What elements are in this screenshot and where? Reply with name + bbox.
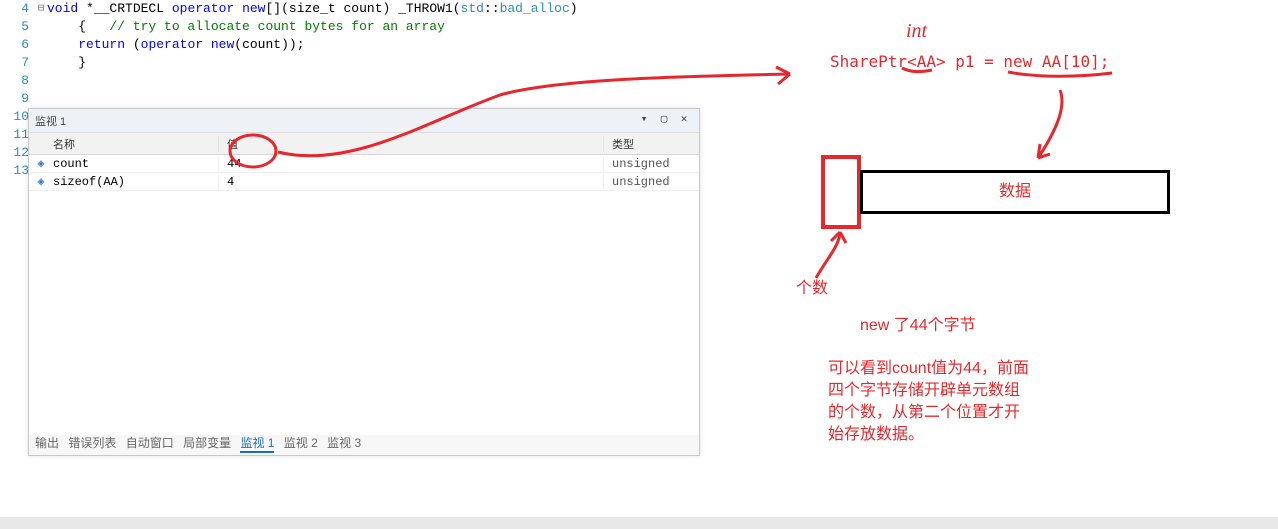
code-content[interactable]: return (operator new(count)); (47, 36, 780, 54)
tab-locals[interactable]: 局部变量 (183, 436, 231, 450)
line-number: 4 (0, 0, 35, 18)
code-content[interactable]: void *__CRTDECL operator new[](size_t co… (47, 0, 780, 18)
watch-row-name[interactable]: sizeof(AA) (53, 175, 219, 189)
watch-titlebar[interactable]: 监视 1 ▾ ▢ ✕ (29, 109, 699, 133)
watch-tabs: 输出 错误列表 自动窗口 局部变量 监视 1 监视 2 监视 3 (35, 434, 367, 451)
underline-newexpr (1008, 72, 1112, 76)
annotation-count-label: 个数 (796, 278, 828, 300)
watch-title: 监视 1 (35, 113, 633, 129)
code-line[interactable]: 9 (0, 90, 780, 108)
fold-gutter-icon (35, 72, 47, 90)
underline-aa (902, 68, 932, 72)
watch-row[interactable]: ◈sizeof(AA)4unsigned (29, 173, 699, 191)
watch-column-headers: 名称 值 类型 (29, 133, 699, 155)
fold-gutter-icon (35, 18, 47, 36)
line-number: 8 (0, 72, 35, 90)
watch-row-type: unsigned (604, 157, 699, 171)
watch-header-name[interactable]: 名称 (29, 136, 219, 152)
memory-data-box: 数据 (860, 170, 1170, 214)
tab-watch3[interactable]: 监视 3 (327, 436, 361, 450)
annotation-paragraph: 可以看到count值为44，前面 四个字节存储开辟单元数组 的个数，从第二个位置… (828, 358, 1029, 446)
memory-data-label: 数据 (999, 181, 1031, 203)
fold-gutter-icon (35, 90, 47, 108)
pin-icon[interactable]: ▢ (655, 112, 673, 130)
watch-row-type: unsigned (604, 175, 699, 189)
tab-watch1[interactable]: 监视 1 (240, 436, 274, 453)
code-line[interactable]: 6 return (operator new(count)); (0, 36, 780, 54)
watch-header-type[interactable]: 类型 (604, 136, 699, 152)
memory-count-box (821, 155, 861, 229)
close-icon[interactable]: ✕ (675, 112, 693, 130)
line-number: 5 (0, 18, 35, 36)
line-number: 7 (0, 54, 35, 72)
code-content[interactable] (47, 90, 780, 108)
code-line[interactable]: 8 (0, 72, 780, 90)
annotation-line1: new 了44个字节 (860, 315, 976, 337)
tab-watch2[interactable]: 监视 2 (284, 436, 318, 450)
tab-error-list[interactable]: 错误列表 (68, 436, 116, 450)
status-bar (0, 517, 1278, 529)
code-content[interactable]: } (47, 54, 780, 72)
annotation-code-snippet: SharePtr<AA> p1 = new AA[10]; (830, 52, 1109, 71)
arrow-count-path (816, 232, 840, 278)
code-line[interactable]: 4⊟void *__CRTDECL operator new[](size_t … (0, 0, 780, 18)
watch-row-value[interactable]: 4 (219, 175, 604, 189)
variable-icon: ◈ (29, 174, 53, 189)
code-line[interactable]: 7 } (0, 54, 780, 72)
variable-icon: ◈ (29, 156, 53, 171)
watch-row-value[interactable]: 44 (219, 157, 604, 171)
tab-autos[interactable]: 自动窗口 (126, 436, 174, 450)
code-content[interactable]: { // try to allocate count bytes for an … (47, 18, 780, 36)
line-number: 6 (0, 36, 35, 54)
dropdown-icon[interactable]: ▾ (635, 112, 653, 130)
watch-header-value[interactable]: 值 (219, 136, 604, 152)
tab-output[interactable]: 输出 (35, 436, 59, 450)
fold-gutter-icon (35, 54, 47, 72)
line-number: 9 (0, 90, 35, 108)
code-line[interactable]: 5 { // try to allocate count bytes for a… (0, 18, 780, 36)
fold-gutter-icon (35, 36, 47, 54)
arrow-down-head-icon (1038, 144, 1050, 158)
arrow-down-path (1038, 90, 1062, 158)
watch-row-name[interactable]: count (53, 157, 219, 171)
watch-row[interactable]: ◈count44unsigned (29, 155, 699, 173)
annotation-int-label: int (906, 20, 927, 43)
watch-body: ◈count44unsigned◈sizeof(AA)4unsigned (29, 155, 699, 435)
fold-gutter-icon[interactable]: ⊟ (35, 0, 47, 18)
code-content[interactable] (47, 72, 780, 90)
arrow-count-head-icon (831, 232, 846, 243)
watch-window[interactable]: 监视 1 ▾ ▢ ✕ 名称 值 类型 ◈count44unsigned◈size… (28, 108, 700, 456)
